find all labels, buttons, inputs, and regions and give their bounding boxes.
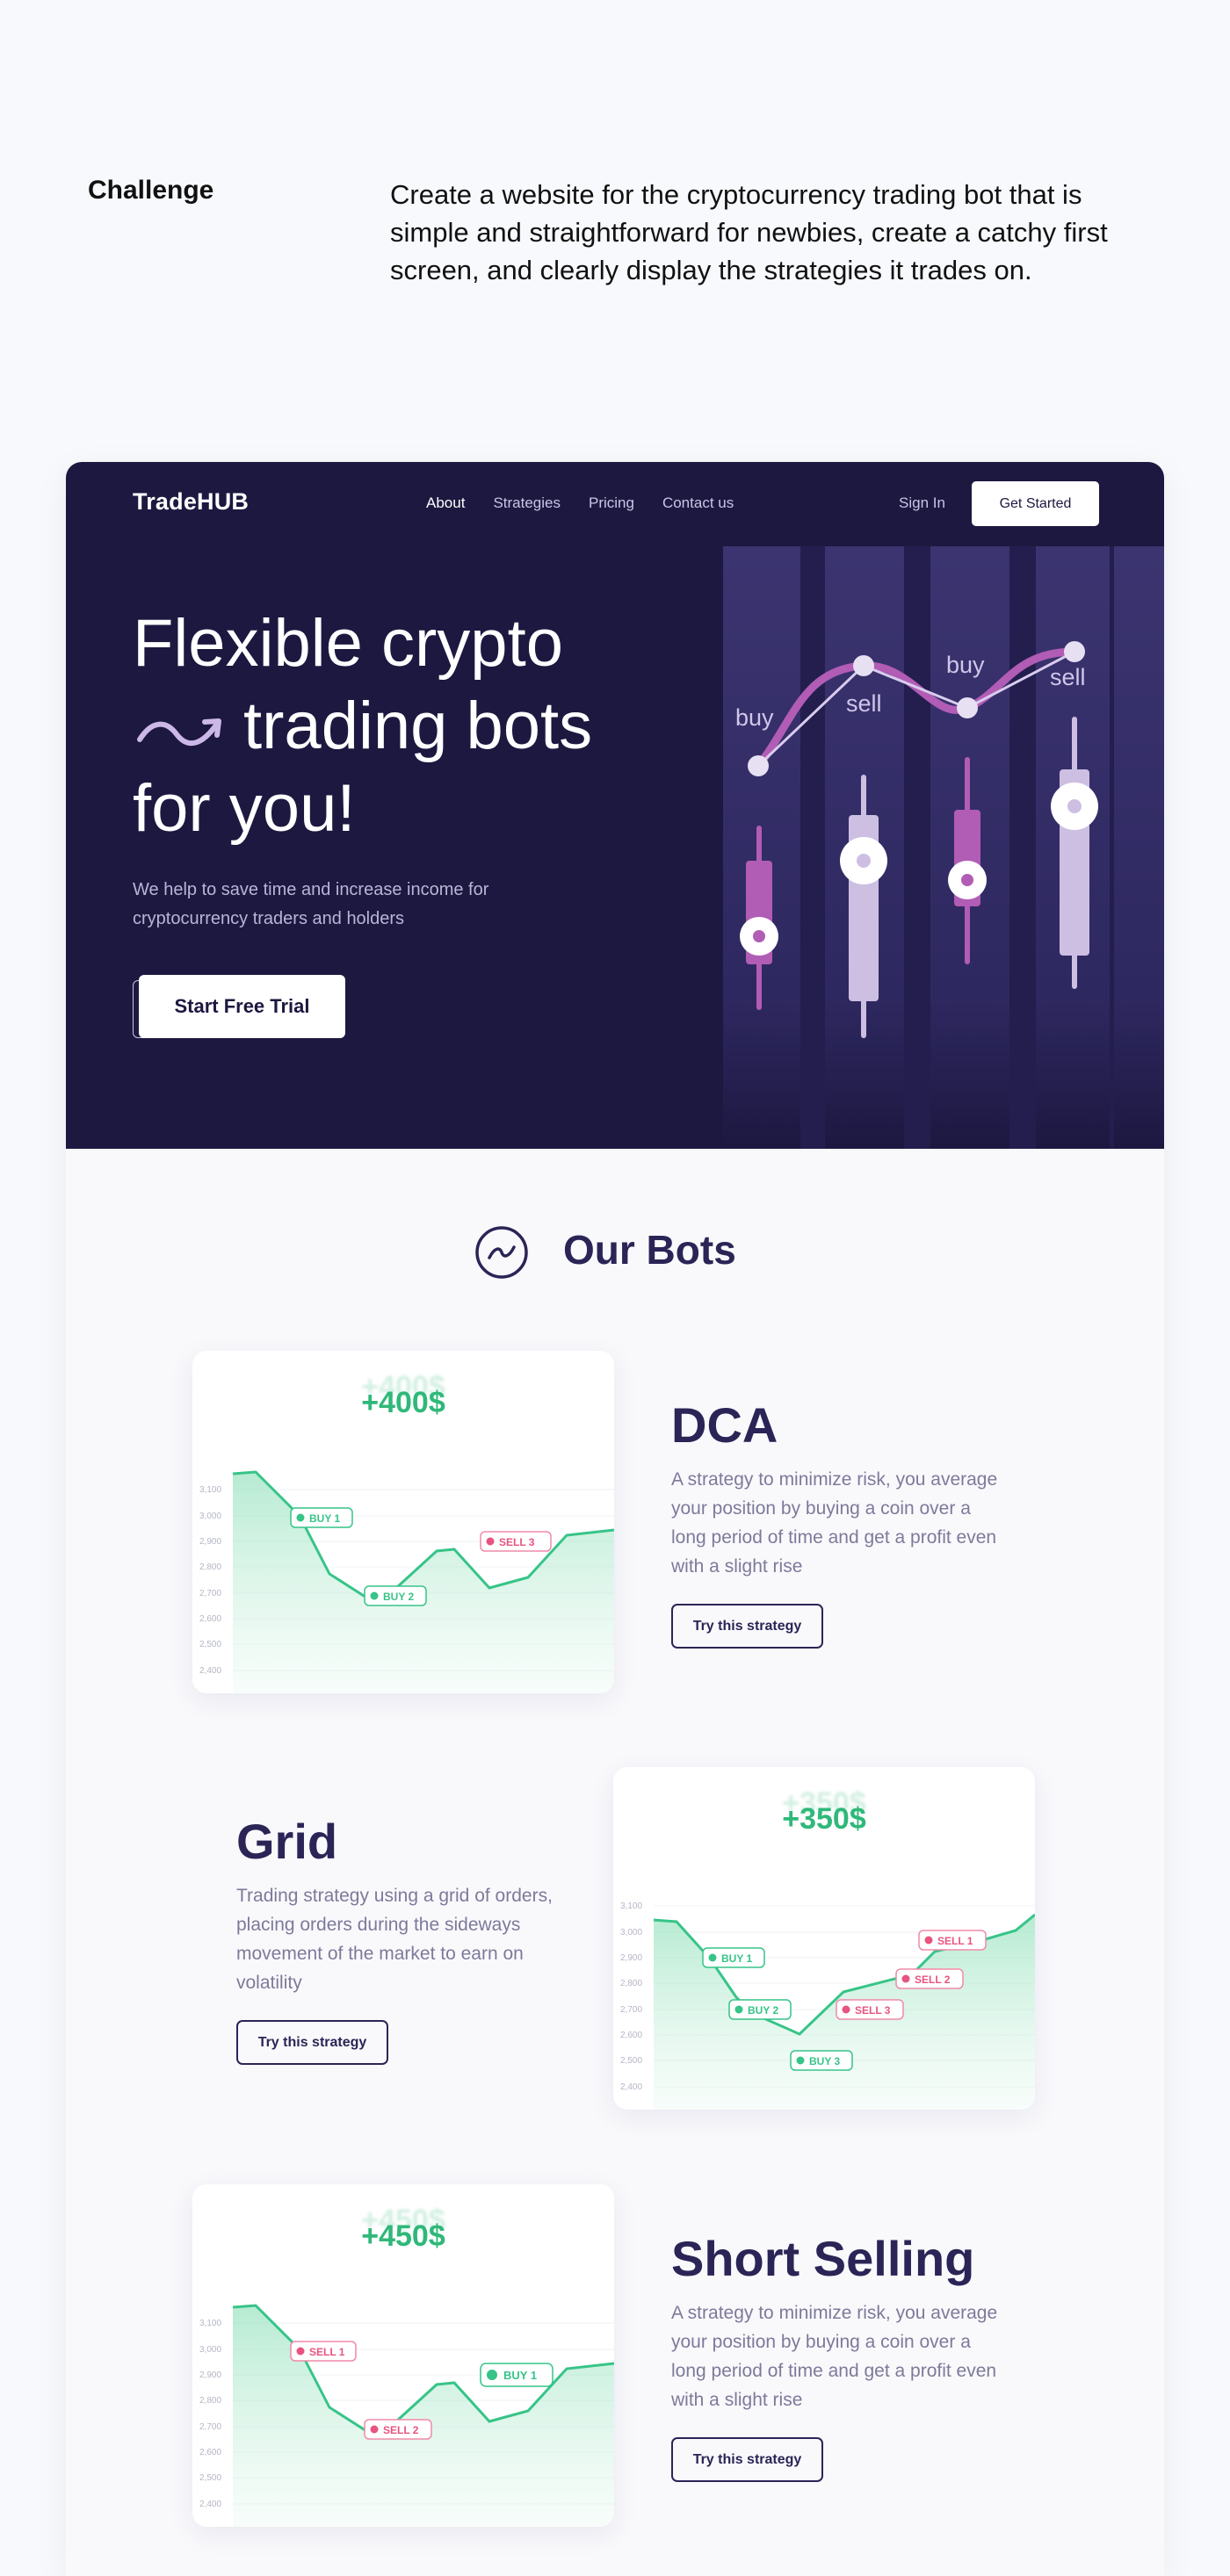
short-y-tick: 2,500 bbox=[199, 2473, 221, 2483]
short-marker-sell-2: SELL 2 bbox=[383, 2424, 419, 2436]
short-selling-description: A strategy to minimize risk, you average… bbox=[671, 2303, 998, 2410]
grid-y-tick: 2,600 bbox=[620, 2031, 642, 2040]
dca-chart-card: 3,100 3,000 2,900 2,800 2,700 2,600 2,50… bbox=[192, 1351, 614, 1693]
short-y-tick: 2,700 bbox=[199, 2422, 221, 2432]
art-label-buy-1: buy bbox=[735, 704, 774, 731]
grid-y-tick: 3,000 bbox=[620, 1928, 642, 1937]
hero-section: TradeHUB About Strategies Pricing Contac… bbox=[66, 462, 1164, 1149]
dca-marker-buy-2: BUY 2 bbox=[383, 1591, 414, 1603]
website-mockup: TradeHUB About Strategies Pricing Contac… bbox=[66, 462, 1164, 2576]
our-bots-heading: Our Bots bbox=[66, 1217, 1164, 1288]
dca-y-tick: 2,800 bbox=[199, 1562, 221, 1572]
grid-marker-sell-1: SELL 1 bbox=[937, 1935, 973, 1947]
dca-y-tick: 3,000 bbox=[199, 1512, 221, 1521]
wave-arrow-icon bbox=[137, 718, 221, 747]
dca-profit: +400$ bbox=[361, 1386, 445, 1419]
short-y-tick: 2,400 bbox=[199, 2500, 221, 2509]
nav-link-about[interactable]: About bbox=[426, 494, 465, 512]
art-label-sell-1: sell bbox=[846, 690, 882, 717]
nav-link-contact[interactable]: Contact us bbox=[662, 494, 734, 512]
grid-marker-buy-2: BUY 2 bbox=[748, 2004, 778, 2017]
cta-wrapper: Start Free Trial bbox=[133, 975, 345, 1038]
hero-subtitle: We help to save time and increase income… bbox=[133, 880, 489, 928]
short-selling-title: Short Selling bbox=[671, 2231, 975, 2286]
hero-title-line-1: Flexible crypto bbox=[133, 606, 563, 681]
short-selling-try-button[interactable]: Try this strategy bbox=[671, 2437, 823, 2482]
grid-y-tick: 2,900 bbox=[620, 1953, 642, 1963]
dca-y-tick: 2,500 bbox=[199, 1640, 221, 1649]
dca-y-tick: 2,700 bbox=[199, 1589, 221, 1598]
trend-circle-icon bbox=[475, 1226, 528, 1279]
short-marker-sell-1: SELL 1 bbox=[309, 2346, 345, 2358]
grid-marker-sell-2: SELL 2 bbox=[915, 1973, 951, 1986]
nav-link-strategies[interactable]: Strategies bbox=[493, 494, 561, 512]
dca-y-tick: 3,100 bbox=[199, 1485, 221, 1495]
grid-marker-buy-1: BUY 1 bbox=[721, 1952, 752, 1965]
grid-y-tick: 2,700 bbox=[620, 2005, 642, 2015]
art-label-buy-2: buy bbox=[946, 652, 985, 678]
short-marker-buy-1: BUY 1 bbox=[503, 2369, 537, 2382]
candlestick-illustration: buy sell buy sell bbox=[723, 546, 1164, 1149]
grid-description: Trading strategy using a grid of orders,… bbox=[236, 1886, 553, 1993]
grid-y-tick: 2,800 bbox=[620, 1979, 642, 1988]
short-profit: +450$ bbox=[361, 2219, 445, 2253]
dca-description: A strategy to minimize risk, you average… bbox=[671, 1469, 998, 1577]
hero-title: Flexible crypto trading bots for you! bbox=[133, 603, 730, 850]
sign-in-link[interactable]: Sign In bbox=[899, 494, 945, 512]
short-y-tick: 3,000 bbox=[199, 2345, 221, 2355]
short-y-tick: 3,100 bbox=[199, 2319, 221, 2328]
grid-try-button[interactable]: Try this strategy bbox=[236, 2020, 388, 2065]
get-started-button[interactable]: Get Started bbox=[972, 481, 1099, 526]
grid-y-tick: 2,400 bbox=[620, 2082, 642, 2092]
grid-y-tick: 2,500 bbox=[620, 2056, 642, 2066]
dca-try-button[interactable]: Try this strategy bbox=[671, 1604, 823, 1649]
dca-marker-sell-3: SELL 3 bbox=[499, 1536, 535, 1548]
grid-profit: +350$ bbox=[782, 1802, 866, 1836]
dca-title: DCA bbox=[671, 1397, 778, 1453]
grid-chart-card: 3,100 3,000 2,900 2,800 2,700 2,600 2,50… bbox=[613, 1767, 1035, 2110]
nav-link-pricing[interactable]: Pricing bbox=[589, 494, 634, 512]
hero-title-line-3: for you! bbox=[133, 771, 356, 846]
grid-title: Grid bbox=[236, 1814, 338, 1869]
short-selling-chart-card: 3,100 3,000 2,900 2,800 2,700 2,600 2,50… bbox=[192, 2184, 614, 2527]
dca-y-tick: 2,400 bbox=[199, 1666, 221, 1676]
logo[interactable]: TradeHUB bbox=[133, 488, 249, 516]
grid-y-tick: 3,100 bbox=[620, 1901, 642, 1911]
challenge-text: Create a website for the cryptocurrency … bbox=[390, 179, 1108, 285]
top-nav: TradeHUB About Strategies Pricing Contac… bbox=[66, 462, 1164, 546]
art-label-sell-2: sell bbox=[1050, 664, 1086, 690]
short-y-tick: 2,900 bbox=[199, 2370, 221, 2380]
challenge-section: Challenge Create a website for the crypt… bbox=[0, 0, 1230, 457]
hero-title-line-2-text: trading bots bbox=[243, 689, 593, 763]
grid-marker-buy-3: BUY 3 bbox=[809, 2055, 840, 2067]
challenge-label: Challenge bbox=[88, 176, 214, 205]
nav-links: About Strategies Pricing Contact us bbox=[426, 494, 734, 512]
hero-title-line-2: trading bots bbox=[133, 685, 730, 768]
grid-marker-sell-3: SELL 3 bbox=[855, 2004, 891, 2017]
short-y-tick: 2,600 bbox=[199, 2448, 221, 2457]
short-y-tick: 2,800 bbox=[199, 2396, 221, 2406]
our-bots-title: Our Bots bbox=[563, 1227, 736, 1273]
dca-y-tick: 2,900 bbox=[199, 1537, 221, 1547]
dca-y-tick: 2,600 bbox=[199, 1614, 221, 1624]
dca-marker-buy-1: BUY 1 bbox=[309, 1512, 340, 1525]
start-free-trial-button[interactable]: Start Free Trial bbox=[139, 975, 345, 1038]
